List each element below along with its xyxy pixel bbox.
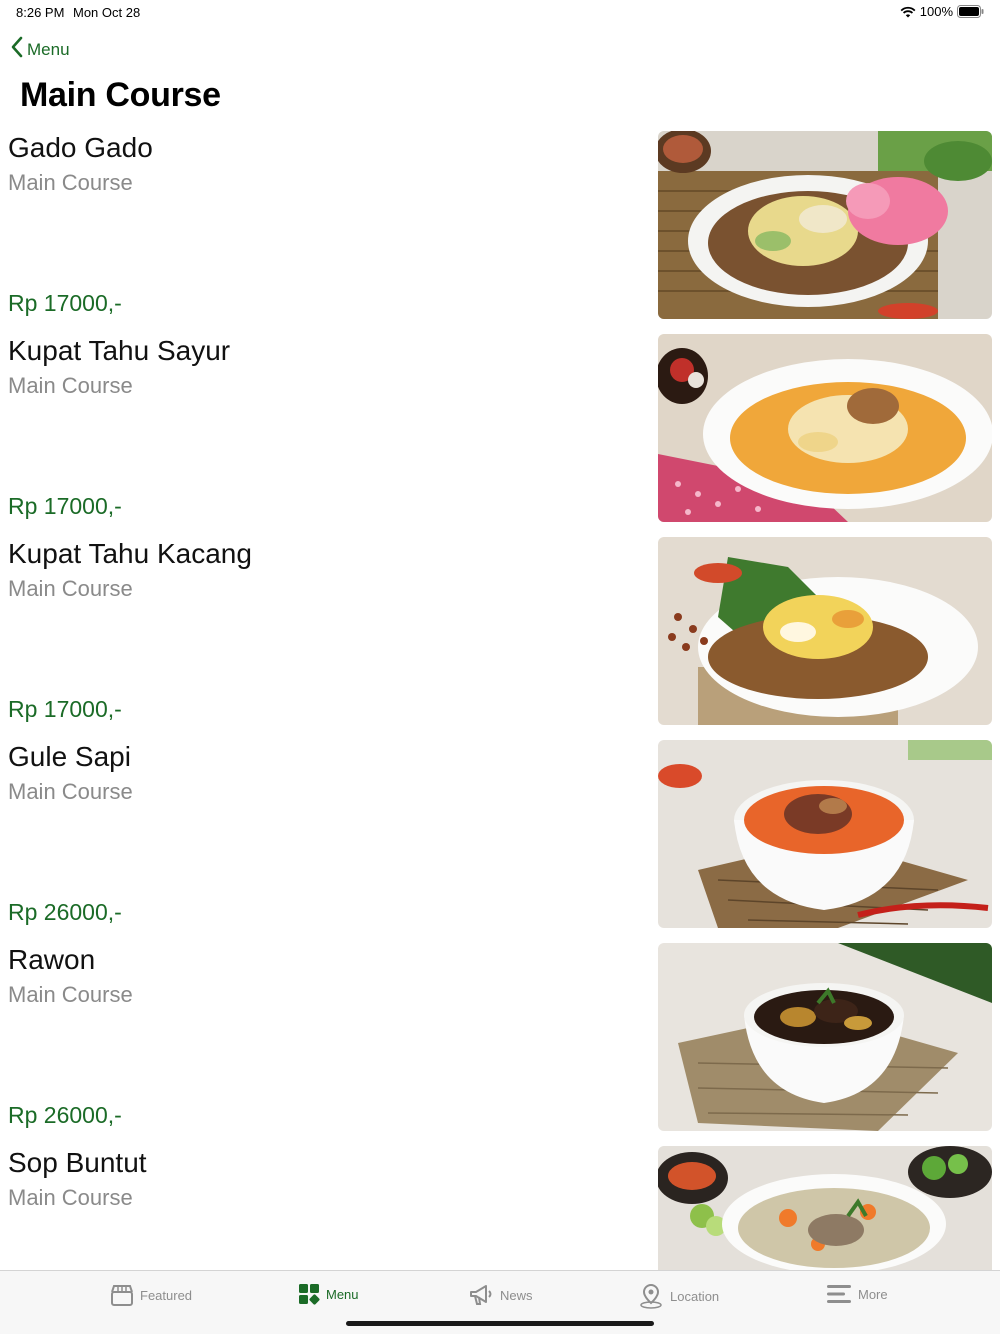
- item-category: Main Course: [8, 779, 133, 804]
- home-indicator[interactable]: [346, 1321, 654, 1326]
- menu-item-rawon[interactable]: Rawon Main Course Rp 26000,-: [0, 942, 1000, 1145]
- item-price: Rp 17000,-: [8, 290, 122, 316]
- pin-icon: [638, 1283, 664, 1309]
- item-category: Main Course: [8, 373, 133, 398]
- item-name: Gule Sapi: [8, 741, 131, 772]
- item-name: Kupat Tahu Kacang: [8, 538, 252, 569]
- item-category: Main Course: [8, 1185, 133, 1210]
- item-name: Sop Buntut: [8, 1147, 147, 1178]
- food-photo: [658, 740, 992, 928]
- status-bar: 8:26 PM Mon Oct 28 100%: [0, 0, 1000, 24]
- food-photo: [658, 537, 992, 725]
- item-name: Gado Gado: [8, 132, 153, 163]
- item-name: Kupat Tahu Sayur: [8, 335, 231, 366]
- back-button[interactable]: Menu: [10, 36, 70, 63]
- item-category: Main Course: [8, 576, 133, 601]
- tab-label: Menu: [326, 1286, 359, 1302]
- status-indicators: 100%: [900, 4, 984, 19]
- menu-list[interactable]: Gado Gado Main Course Rp 17000,- Kupat T…: [0, 130, 1000, 1270]
- tab-label: More: [858, 1286, 888, 1302]
- menu-item-gule-sapi[interactable]: Gule Sapi Main Course Rp 26000,-: [0, 739, 1000, 942]
- food-photo: [658, 334, 992, 522]
- tab-more[interactable]: More: [826, 1283, 888, 1305]
- status-time: 8:26 PM: [16, 5, 65, 20]
- tab-featured[interactable]: Featured: [110, 1283, 192, 1307]
- item-price: Rp 17000,-: [8, 493, 122, 519]
- menu-item-gado-gado[interactable]: Gado Gado Main Course Rp 17000,-: [0, 130, 1000, 333]
- item-price: Rp 17000,-: [8, 696, 122, 722]
- tab-location[interactable]: Location: [638, 1283, 719, 1309]
- megaphone-icon: [468, 1283, 494, 1307]
- battery-percent: 100%: [919, 4, 953, 19]
- chevron-left-icon: [10, 36, 27, 63]
- item-category: Main Course: [8, 982, 133, 1007]
- grid-icon: [298, 1283, 320, 1305]
- tab-label: News: [500, 1287, 533, 1303]
- menu-item-sop-buntut[interactable]: Sop Buntut Main Course: [0, 1145, 1000, 1270]
- item-name: Rawon: [8, 944, 96, 975]
- food-photo: [658, 131, 992, 319]
- menu-item-kupat-tahu-kacang[interactable]: Kupat Tahu Kacang Main Course Rp 17000,-: [0, 536, 1000, 739]
- item-price: Rp 26000,-: [8, 899, 122, 925]
- tab-news[interactable]: News: [468, 1283, 533, 1307]
- battery-icon: [957, 5, 984, 18]
- status-date: Mon Oct 28: [73, 5, 141, 20]
- item-category: Main Course: [8, 170, 133, 195]
- tab-label: Location: [670, 1288, 720, 1304]
- menu-item-kupat-tahu-sayur[interactable]: Kupat Tahu Sayur Main Course Rp 17000,-: [0, 333, 1000, 536]
- list-icon: [826, 1283, 852, 1305]
- food-photo: [658, 943, 992, 1131]
- wifi-icon: [900, 6, 916, 18]
- food-photo: [658, 1146, 992, 1270]
- back-label: Menu: [27, 39, 70, 59]
- page-title: Main Course: [20, 76, 221, 114]
- item-price: Rp 26000,-: [8, 1102, 122, 1128]
- storefront-icon: [110, 1283, 134, 1307]
- tab-label: Featured: [140, 1287, 193, 1303]
- tab-menu[interactable]: Menu: [298, 1283, 359, 1305]
